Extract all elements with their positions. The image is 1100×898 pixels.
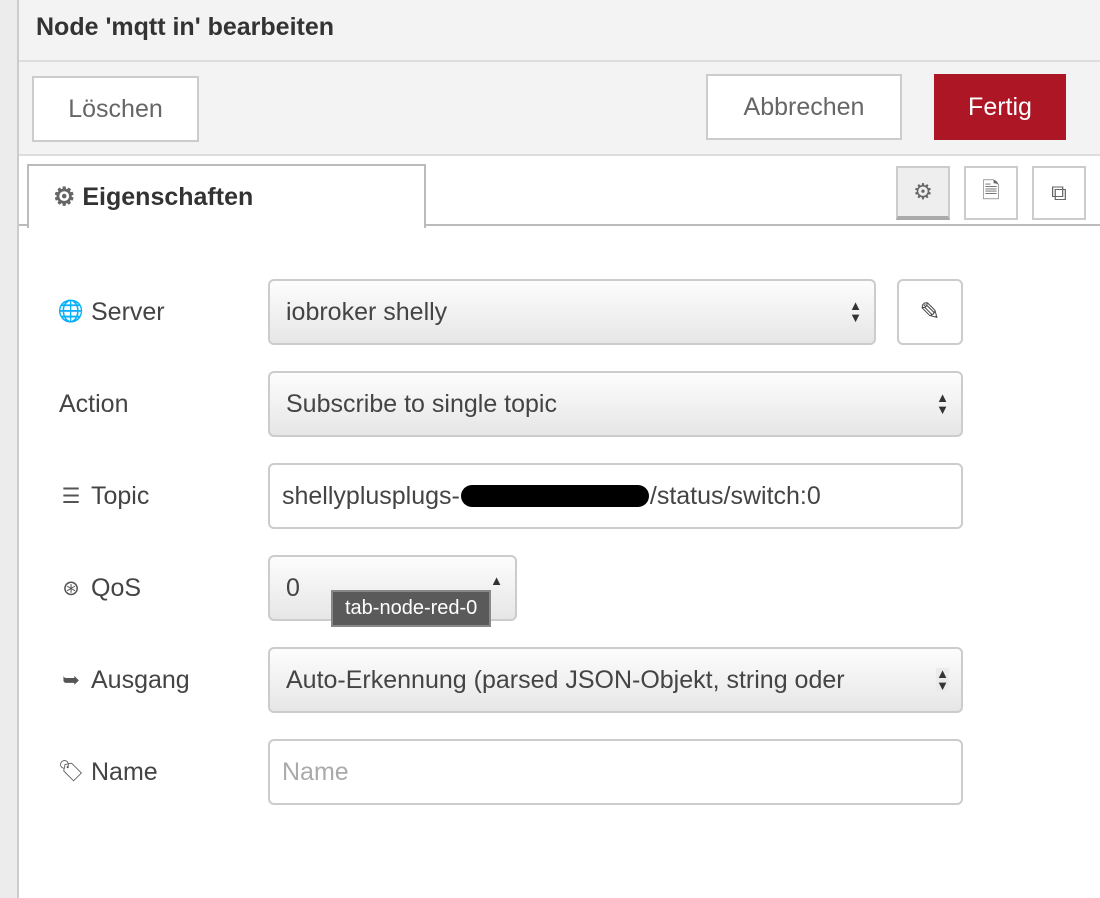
gear-icon: ⚙ bbox=[53, 183, 76, 211]
qos-label: QoS bbox=[91, 573, 142, 602]
qos-value: 0 bbox=[286, 573, 300, 602]
action-select[interactable]: Subscribe to single topic ▲ ▼ bbox=[268, 371, 963, 437]
tooltip: tab-node-red-0 bbox=[331, 590, 492, 627]
action-label: Action bbox=[59, 389, 129, 418]
workspace-edge bbox=[0, 0, 19, 898]
document-icon: 🗎 bbox=[982, 178, 1000, 203]
name-input[interactable]: Name bbox=[268, 739, 963, 805]
qos-icon: ⊛ bbox=[62, 576, 80, 600]
action-value: Subscribe to single topic bbox=[286, 389, 557, 418]
server-label: Server bbox=[91, 297, 165, 326]
redaction-mark bbox=[460, 485, 649, 507]
select-arrow-icon: ▲ bbox=[490, 573, 503, 588]
select-arrows-icon: ▲ ▼ bbox=[849, 298, 862, 325]
edit-server-button[interactable]: ✎ bbox=[897, 279, 963, 345]
name-placeholder: Name bbox=[282, 757, 349, 786]
tab-label: Eigenschaften bbox=[82, 183, 254, 211]
delete-button[interactable]: Löschen bbox=[32, 76, 199, 142]
globe-icon: 🌐 bbox=[57, 300, 85, 323]
dialog-toolbar: Löschen Abbrechen Fertig bbox=[19, 62, 1100, 156]
topic-input[interactable]: shellyplusplugs- /status/switch:0 bbox=[268, 463, 963, 529]
tag-icon: 🏷 bbox=[57, 760, 85, 783]
description-view-button[interactable]: 🗎 bbox=[964, 166, 1018, 220]
name-label: Name bbox=[91, 757, 158, 786]
appearance-view-button[interactable]: ⧉ bbox=[1032, 166, 1086, 220]
output-select[interactable]: Auto-Erkennung (parsed JSON-Objekt, stri… bbox=[268, 647, 963, 713]
edit-node-dialog: Node 'mqtt in' bearbeiten Löschen Abbrec… bbox=[19, 0, 1100, 898]
dialog-title: Node 'mqtt in' bearbeiten bbox=[19, 0, 1100, 62]
tab-properties[interactable]: ⚙ Eigenschaften bbox=[27, 164, 426, 228]
tasks-icon: ☰ bbox=[61, 484, 81, 508]
topic-suffix: /status/switch:0 bbox=[649, 481, 821, 510]
output-value: Auto-Erkennung (parsed JSON-Objekt, stri… bbox=[286, 665, 845, 694]
cancel-button[interactable]: Abbrechen bbox=[706, 74, 902, 140]
properties-view-button[interactable]: ⚙ bbox=[896, 166, 950, 220]
sign-out-icon: ➥ bbox=[62, 668, 80, 692]
done-button[interactable]: Fertig bbox=[934, 74, 1066, 140]
server-value: iobroker shelly bbox=[286, 297, 448, 326]
tab-bar: ⚙ Eigenschaften ⚙ 🗎 ⧉ bbox=[19, 156, 1100, 228]
topic-prefix: shellyplusplugs- bbox=[282, 481, 460, 510]
select-arrows-icon: ▲ ▼ bbox=[936, 390, 949, 417]
pencil-icon: ✎ bbox=[919, 298, 941, 326]
select-arrows-icon: ▲ ▼ bbox=[936, 666, 949, 693]
server-select[interactable]: iobroker shelly ▲ ▼ bbox=[268, 279, 876, 345]
gear-icon: ⚙ bbox=[913, 179, 933, 204]
topic-label: Topic bbox=[91, 481, 150, 510]
output-label: Ausgang bbox=[91, 665, 190, 694]
appearance-icon: ⧉ bbox=[1051, 180, 1067, 205]
